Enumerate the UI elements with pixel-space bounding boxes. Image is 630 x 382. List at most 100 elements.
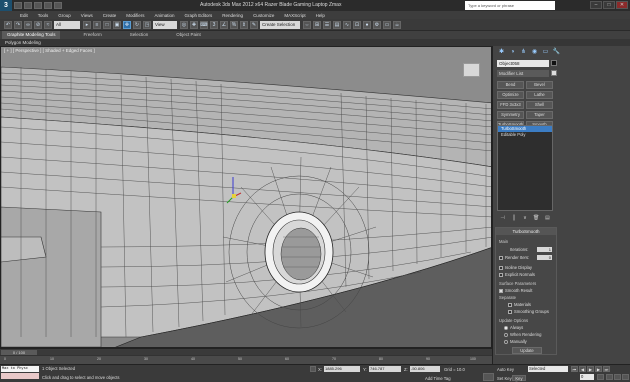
menu-help[interactable]: Help [316, 13, 325, 18]
undo-icon[interactable] [44, 2, 52, 9]
redo-icon[interactable]: ↷ [14, 20, 22, 29]
explicit-normals-row[interactable]: Explicit Normals [499, 272, 535, 277]
track-bar[interactable]: 0 10 20 30 40 50 60 70 80 90 100 [0, 355, 492, 364]
smooth-result-checkbox[interactable] [499, 288, 503, 293]
modify-tab-icon[interactable]: ◑ [508, 48, 517, 56]
rendered-frame-window-icon[interactable]: ▭ [383, 20, 391, 29]
menu-modifiers[interactable]: Modifiers [126, 13, 144, 18]
smooth-result-row[interactable]: Smooth Result [499, 288, 532, 293]
maximize-viewport-icon[interactable] [622, 374, 629, 380]
app-logo-button[interactable]: 3 [0, 0, 12, 11]
search-input[interactable]: Type a keyword or phrase [465, 1, 555, 10]
pivot-center-icon[interactable]: ◎ [180, 20, 188, 29]
add-time-tag[interactable]: Add Time Tag [425, 376, 451, 381]
when-rendering-row[interactable]: When Rendering [504, 332, 541, 337]
materials-checkbox[interactable] [508, 302, 512, 307]
menu-rendering[interactable]: Rendering [222, 13, 243, 18]
symmetry-button[interactable]: Symmetry [497, 111, 524, 119]
save-file-icon[interactable] [34, 2, 42, 9]
object-color-swatch[interactable] [551, 60, 557, 66]
when-rendering-radio[interactable] [504, 332, 508, 337]
ribbon-panel-label[interactable]: Polygon Modeling [0, 39, 630, 46]
remove-modifier-icon[interactable]: 🗑 [533, 215, 540, 222]
menu-views[interactable]: Views [81, 13, 93, 18]
auto-key-label[interactable]: Auto Key [497, 367, 514, 372]
bevel-button[interactable]: Bevel [526, 81, 553, 89]
time-slider[interactable]: 0 / 100 [0, 348, 492, 355]
link-icon[interactable]: ∞ [24, 20, 32, 29]
select-by-name-icon[interactable]: ≡ [93, 20, 101, 29]
always-radio[interactable] [504, 325, 508, 330]
explicit-normals-checkbox[interactable] [499, 272, 503, 277]
bind-space-warp-icon[interactable]: ≈ [44, 20, 52, 29]
display-tab-icon[interactable]: ▭ [541, 48, 550, 56]
unlink-icon[interactable]: ⊘ [34, 20, 42, 29]
object-name-field[interactable]: Object058 [497, 60, 549, 67]
render-iters-checkbox[interactable] [499, 255, 503, 260]
lock-selection-icon[interactable] [310, 366, 316, 372]
graphite-toggle-icon[interactable]: ▤ [333, 20, 341, 29]
modifier-stack[interactable]: TurboSmooth Editable Poly [497, 125, 553, 211]
reference-coordinate-dropdown[interactable]: View [153, 20, 177, 29]
zoom-icon[interactable] [606, 374, 613, 380]
z-coordinate-field[interactable]: -50.806 [410, 366, 440, 372]
keyboard-shortcut-toggle-icon[interactable]: ⌨ [200, 20, 208, 29]
menu-tools[interactable]: Tools [38, 13, 49, 18]
isoline-checkbox[interactable] [499, 265, 503, 270]
lathe-button[interactable]: Lathe [526, 91, 553, 99]
window-crossing-icon[interactable]: ▣ [113, 20, 121, 29]
menu-create[interactable]: Create [103, 13, 117, 18]
align-icon[interactable]: ⊞ [313, 20, 321, 29]
time-configuration-icon[interactable] [597, 374, 604, 380]
bend-button[interactable]: Bend [497, 81, 524, 89]
maxscript-output[interactable] [1, 373, 39, 379]
smoothing-groups-checkbox[interactable] [508, 309, 512, 314]
ffd-button[interactable]: FFD 3x3x3 [497, 101, 524, 109]
percent-snap-icon[interactable]: % [230, 20, 238, 29]
new-file-icon[interactable] [14, 2, 22, 9]
snaps-toggle-icon[interactable]: 3 [210, 20, 218, 29]
key-filters-button[interactable]: Key Filters... [512, 375, 528, 382]
tab-object-paint[interactable]: Object Paint [171, 31, 206, 39]
open-file-icon[interactable] [24, 2, 32, 9]
render-iters-row[interactable]: Render Iters: [499, 255, 529, 260]
minimize-button[interactable]: – [590, 1, 602, 9]
play-icon[interactable]: ▶ [587, 366, 594, 372]
select-object-icon[interactable]: ▸ [83, 20, 91, 29]
spinner-snap-icon[interactable]: ⇕ [240, 20, 248, 29]
viewcube-icon[interactable] [463, 63, 480, 77]
make-unique-icon[interactable]: ∨ [521, 215, 528, 222]
go-to-end-icon[interactable]: ⏭ [603, 366, 610, 372]
redo-icon[interactable] [54, 2, 62, 9]
maxscript-listener[interactable]: Max to Physc [1, 366, 39, 372]
undo-icon[interactable]: ↶ [4, 20, 12, 29]
menu-maxscript[interactable]: MAXScript [284, 13, 305, 18]
update-button[interactable]: Update [512, 347, 542, 354]
angle-snap-icon[interactable]: ∠ [220, 20, 228, 29]
tab-graphite-modeling-tools[interactable]: Graphite Modeling Tools [2, 31, 61, 39]
select-and-scale-icon[interactable]: ◳ [143, 20, 151, 29]
modifier-list-dropdown[interactable]: Modifier List [497, 70, 549, 77]
materials-row[interactable]: Materials [508, 302, 531, 307]
named-selection-dropdown[interactable]: Create Selection Se [260, 20, 300, 35]
set-key-icon[interactable] [483, 373, 494, 381]
curve-editor-icon[interactable]: ∿ [343, 20, 351, 29]
taper-button[interactable]: Taper [526, 111, 553, 119]
menu-edit[interactable]: Edit [20, 13, 28, 18]
render-iters-spinner[interactable]: 0 [537, 255, 552, 260]
stack-item-editable-poly[interactable]: Editable Poly [498, 132, 552, 138]
y-coordinate-field[interactable]: 746.787 [369, 366, 401, 372]
always-row[interactable]: Always [504, 325, 523, 330]
key-mode-dropdown[interactable]: Selected [528, 366, 568, 372]
menu-customize[interactable]: Customize [253, 13, 274, 18]
select-manipulate-icon[interactable]: ✚ [190, 20, 198, 29]
shell-button[interactable]: Shell [526, 101, 553, 109]
mirror-icon[interactable]: ⇔ [303, 20, 311, 29]
rollout-title[interactable]: TurboSmooth [496, 228, 556, 235]
select-and-rotate-icon[interactable]: ↻ [133, 20, 141, 29]
material-editor-icon[interactable]: ● [363, 20, 371, 29]
menu-graph-editors[interactable]: Graph Editors [185, 13, 213, 18]
motion-tab-icon[interactable]: ◉ [530, 48, 539, 56]
set-key-label[interactable]: Set Key [497, 376, 512, 381]
viewport-label-menu[interactable]: [ + ] [ Perspective ] [ Shaded + Edged F… [4, 48, 95, 53]
